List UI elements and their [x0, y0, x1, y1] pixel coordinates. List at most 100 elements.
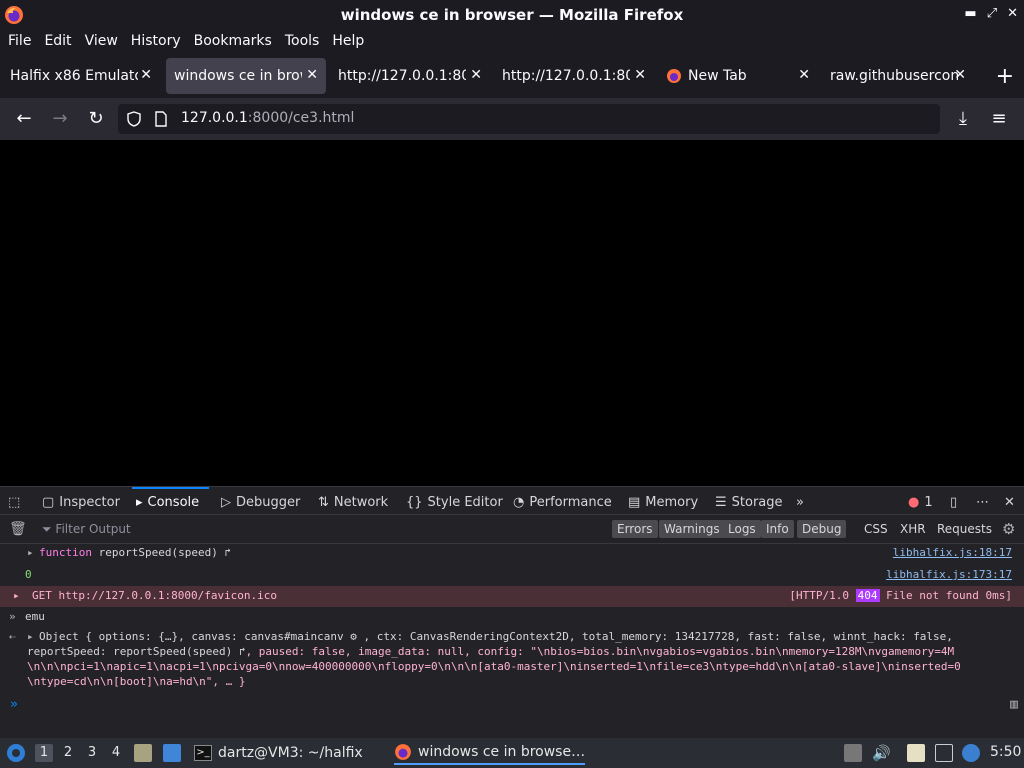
status-code-badge: 404	[855, 589, 880, 602]
tab-new-tab[interactable]: New Tab ✕	[658, 58, 818, 94]
error-count: 1	[924, 494, 933, 510]
back-arrow-icon[interactable]: ←	[13, 108, 35, 130]
object-preview-line-2a: reportSpeed: reportSpeed(speed)	[27, 645, 233, 658]
tab-network[interactable]: ⇅ Network	[318, 492, 388, 512]
task-terminal[interactable]: >_ dartz@VM3: ~/halfix	[194, 741, 363, 765]
tab-localhost-2[interactable]: http://127.0.0.1:8000/ ✕	[494, 58, 654, 94]
reload-icon[interactable]: ↻	[85, 108, 107, 130]
tab-github-raw[interactable]: raw.githubusercontent.com ✕	[822, 58, 974, 94]
tab-close-icon[interactable]: ✕	[306, 67, 318, 83]
jump-to-definition-icon[interactable]: ↱	[239, 645, 246, 658]
result-arrow-icon: ⇠	[9, 630, 16, 643]
tab-halfix[interactable]: Halfix x86 Emulator ✕	[2, 58, 160, 94]
volume-icon[interactable]: 🔊	[872, 744, 891, 762]
close-devtools-icon[interactable]: ✕	[1004, 492, 1015, 512]
page-info-icon[interactable]	[154, 111, 168, 127]
restore-icon[interactable]: ⤢	[987, 6, 997, 21]
object-preview[interactable]: Object { options: {…}, canvas: canvas#ma…	[39, 629, 1014, 644]
tab-close-icon[interactable]: ✕	[954, 67, 966, 83]
more-tools-chevron-icon[interactable]: »	[796, 492, 804, 512]
tab-console[interactable]: ▸ Console	[131, 487, 210, 512]
menu-tools[interactable]: Tools	[285, 33, 320, 49]
tab-label: raw.githubusercontent.com	[830, 68, 958, 84]
workspace-3[interactable]: 3	[83, 744, 101, 762]
workspace-1[interactable]: 1	[35, 744, 53, 762]
tab-close-icon[interactable]: ✕	[798, 67, 810, 83]
filter-warnings[interactable]: Warnings	[659, 520, 725, 538]
app-menu-icon[interactable]: ≡	[988, 108, 1010, 130]
editor-mode-toggle-icon[interactable]: ▥	[1010, 695, 1018, 715]
filter-errors[interactable]: Errors	[612, 520, 658, 538]
tab-close-icon[interactable]: ✕	[140, 67, 152, 83]
network-monitor-icon[interactable]	[935, 744, 953, 762]
url-path: :8000/ce3.html	[247, 110, 355, 126]
tab-storage[interactable]: ☰ Storage	[715, 492, 783, 512]
tab-windows-ce[interactable]: windows ce in browser ✕	[166, 58, 326, 94]
console-row-function: ▸ function reportSpeed(speed) ↱ libhalfi…	[0, 545, 1024, 565]
console-settings-gear-icon[interactable]: ⚙	[1002, 520, 1015, 538]
workspace-4[interactable]: 4	[107, 744, 125, 762]
object-preview-line-3: \n\n\npci=1\napic=1\nacpi=1\npcivga=0\nn…	[27, 660, 961, 673]
shield-icon[interactable]	[126, 111, 142, 127]
show-desktop-icon[interactable]	[163, 744, 181, 762]
filter-logs[interactable]: Logs	[723, 520, 761, 538]
tab-label: windows ce in browser	[174, 68, 302, 84]
source-link[interactable]: libhalfix.js:18:17	[893, 545, 1012, 561]
start-menu-icon[interactable]	[6, 743, 26, 763]
clipboard-icon[interactable]	[907, 744, 925, 762]
workspace-2[interactable]: 2	[59, 744, 77, 762]
expand-triangle-icon[interactable]: ▸	[13, 586, 20, 606]
menu-edit[interactable]: Edit	[44, 33, 71, 49]
page-content-canvas[interactable]	[0, 140, 1024, 486]
filter-xhr[interactable]: XHR	[895, 520, 931, 538]
evaluated-input: emu	[25, 610, 45, 623]
file-manager-icon[interactable]	[134, 744, 152, 762]
close-window-icon[interactable]: ✕	[1007, 6, 1018, 21]
url-bar[interactable]: 127.0.0.1:8000/ce3.html	[118, 104, 940, 134]
tab-close-icon[interactable]: ✕	[470, 67, 482, 83]
download-icon[interactable]: ⤓	[952, 108, 974, 130]
console-input-line[interactable]: » ▥	[0, 695, 1024, 717]
source-link[interactable]: libhalfix.js:173:17	[886, 567, 1012, 583]
tab-inspector[interactable]: ▢ Inspector	[42, 492, 120, 512]
menu-help[interactable]: Help	[332, 33, 364, 49]
forward-arrow-icon[interactable]: →	[49, 108, 71, 130]
error-count-badge[interactable]: ● 1	[908, 492, 933, 512]
tab-style-editor[interactable]: {} Style Editor	[406, 492, 503, 512]
object-preview-line-1a: Object { options: {…}, canvas: canvas#ma…	[39, 630, 344, 643]
function-signature: reportSpeed(speed)	[98, 546, 218, 559]
trash-icon[interactable]: 🗑	[9, 521, 27, 537]
dock-toggle-icon[interactable]: ▯	[950, 492, 957, 512]
filter-css[interactable]: CSS	[859, 520, 893, 538]
expand-triangle-icon[interactable]: ▸	[27, 629, 34, 644]
element-picker-icon[interactable]: ⬚	[8, 492, 20, 512]
menu-bookmarks[interactable]: Bookmarks	[194, 33, 272, 49]
filter-requests[interactable]: Requests	[932, 520, 997, 538]
tab-performance[interactable]: ◔ Performance	[513, 492, 612, 512]
filter-debug[interactable]: Debug	[797, 520, 847, 538]
menu-file[interactable]: File	[8, 33, 31, 49]
tab-memory[interactable]: ▤ Memory	[628, 492, 698, 512]
minimize-icon[interactable]: ▬	[964, 6, 976, 21]
jump-to-definition-icon[interactable]: ↱	[224, 546, 231, 559]
tab-label: Storage	[731, 494, 783, 510]
keyword-function: function	[39, 546, 99, 559]
filter-output-input[interactable]: ⏷ Filter Output	[42, 522, 131, 537]
menu-history[interactable]: History	[131, 33, 181, 49]
new-tab-plus-icon[interactable]: +	[996, 64, 1014, 89]
firefox-favicon-icon	[667, 69, 681, 83]
expand-triangle-icon[interactable]: ▸	[27, 545, 34, 561]
filter-info[interactable]: Info	[761, 520, 794, 538]
menu-view[interactable]: View	[85, 33, 118, 49]
tab-debugger[interactable]: ▷ Debugger	[221, 492, 300, 512]
tab-localhost-1[interactable]: http://127.0.0.1:8000/ ✕	[330, 58, 490, 94]
notification-icon[interactable]	[962, 744, 980, 762]
url-text[interactable]: 127.0.0.1:8000/ce3.html	[181, 110, 354, 126]
console-row-input: » emu	[0, 609, 1024, 627]
request-url[interactable]: http://127.0.0.1:8000/favicon.ico	[59, 589, 278, 602]
tab-close-icon[interactable]: ✕	[634, 67, 646, 83]
task-firefox[interactable]: windows ce in browse…	[394, 741, 586, 765]
system-tray-icon[interactable]	[844, 744, 862, 762]
canvas-node-gear-icon[interactable]: ⚙	[350, 630, 357, 643]
devtools-menu-icon[interactable]: ⋯	[976, 492, 989, 512]
